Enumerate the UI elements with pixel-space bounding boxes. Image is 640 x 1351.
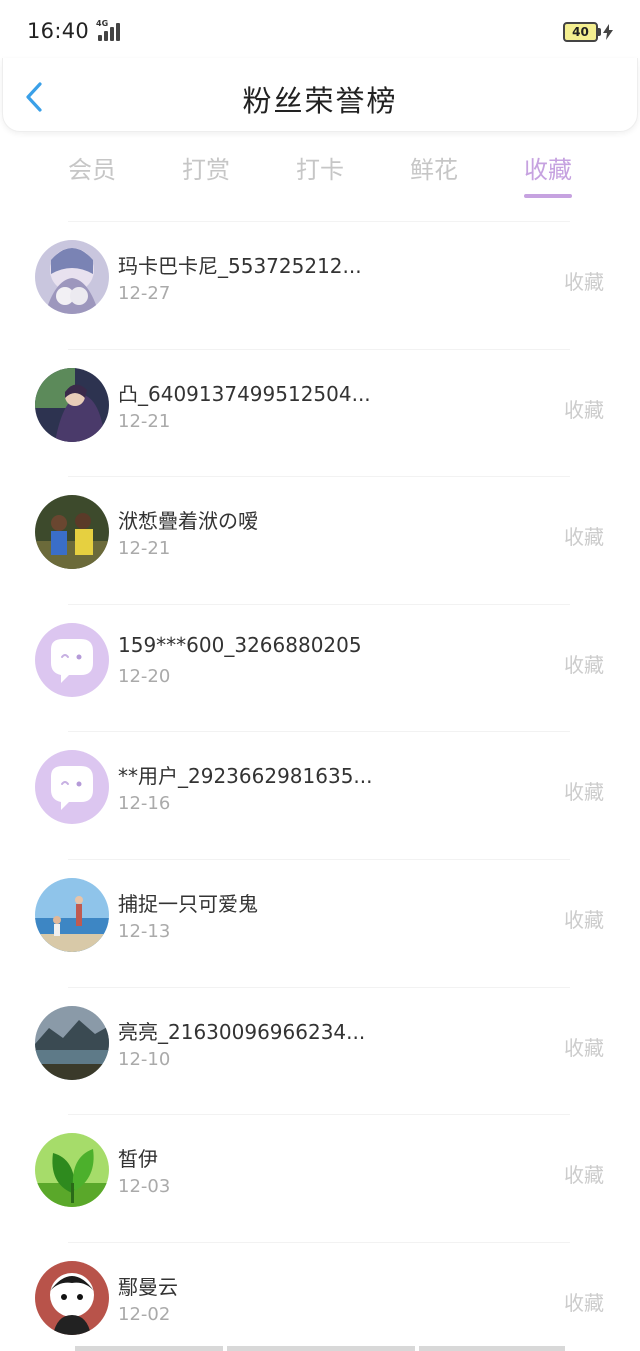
list-item[interactable]: 皙伊 12-03 收藏 [0, 1115, 640, 1243]
tab-favorites[interactable]: 收藏 [491, 150, 605, 198]
tab-flowers[interactable]: 鲜花 [377, 150, 491, 185]
fan-list: 玛卡巴卡尼_553725212... 12-27 收藏 凸_6409137499… [0, 222, 640, 1351]
tab-rewards[interactable]: 打赏 [149, 150, 263, 185]
favorite-label: 收藏 [564, 397, 604, 422]
user-date: 12-27 [118, 283, 171, 304]
user-name: 捕捉一只可爱鬼 [118, 891, 258, 916]
favorite-label: 收藏 [564, 1035, 604, 1060]
battery-level: 40 [572, 25, 589, 39]
favorite-label: 收藏 [564, 525, 604, 550]
status-bar: 16:40 4G 40 [0, 0, 640, 62]
list-item[interactable]: 玛卡巴卡尼_553725212... 12-27 收藏 [0, 222, 640, 350]
list-item[interactable]: 159***600_3266880205 12-20 收藏 [0, 605, 640, 733]
avatar [35, 495, 109, 570]
charging-icon [603, 24, 613, 40]
avatar [35, 877, 109, 952]
avatar [35, 750, 109, 825]
cellular-signal-icon: 4G [88, 19, 126, 42]
chat-bubble-icon [35, 750, 109, 825]
tab-favorites-label: 收藏 [524, 156, 572, 184]
active-tab-indicator [524, 194, 572, 198]
tab-members[interactable]: 会员 [35, 150, 149, 185]
user-date: 12-21 [118, 410, 171, 432]
user-name: 亮亮_21630096966234... [118, 1019, 366, 1044]
bottom-scroll-bar [75, 1346, 565, 1351]
user-date: 12-20 [118, 665, 171, 687]
network-type: 4G [96, 19, 109, 28]
battery-nub [598, 28, 601, 36]
favorite-label: 收藏 [564, 652, 604, 677]
favorite-label: 收藏 [564, 270, 604, 294]
list-item[interactable]: 凸_6409137499512504... 12-21 收藏 [0, 350, 640, 478]
battery-icon: 40 [563, 22, 598, 42]
user-date: 12-21 [118, 538, 171, 560]
list-item[interactable]: 捕捉一只可爱鬼 12-13 收藏 [0, 860, 640, 988]
avatar [35, 622, 109, 697]
tab-bar: 会员 打赏 打卡 鲜花 收藏 [35, 150, 605, 202]
tab-checkin[interactable]: 打卡 [263, 150, 377, 185]
favorite-label: 收藏 [564, 1163, 604, 1188]
user-name: 159***600_3266880205 [118, 632, 362, 657]
user-date: 12-02 [118, 1303, 171, 1325]
avatar [35, 1005, 109, 1080]
status-time: 16:40 [27, 19, 90, 43]
user-name: 皙伊 [118, 1147, 158, 1172]
user-date: 12-13 [118, 920, 171, 942]
chat-bubble-icon [35, 622, 109, 697]
favorite-label: 收藏 [564, 1290, 604, 1315]
user-date: 12-03 [118, 1176, 171, 1198]
user-name: 凸_6409137499512504... [118, 381, 371, 406]
list-item[interactable]: **用户_2923662981635... 12-16 收藏 [0, 732, 640, 860]
user-name: 鄢曼云 [118, 1274, 178, 1299]
favorite-label: 收藏 [564, 907, 604, 932]
list-item[interactable]: 亮亮_21630096966234... 12-10 收藏 [0, 988, 640, 1116]
user-name: 玛卡巴卡尼_553725212... [118, 254, 362, 278]
avatar [35, 1260, 109, 1335]
avatar [35, 240, 109, 314]
user-name: **用户_2923662981635... [118, 764, 373, 789]
avatar [35, 1133, 109, 1208]
user-date: 12-16 [118, 793, 171, 815]
favorite-label: 收藏 [564, 780, 604, 805]
avatar [35, 367, 109, 442]
page-title: 粉丝荣誉榜 [242, 84, 398, 118]
user-date: 12-10 [118, 1048, 171, 1070]
user-name: 洑惁疊着洑の嗳 [118, 509, 258, 534]
list-item[interactable]: 鄢曼云 12-02 收藏 [0, 1243, 640, 1351]
list-item[interactable]: 洑惁疊着洑の嗳 12-21 收藏 [0, 477, 640, 605]
